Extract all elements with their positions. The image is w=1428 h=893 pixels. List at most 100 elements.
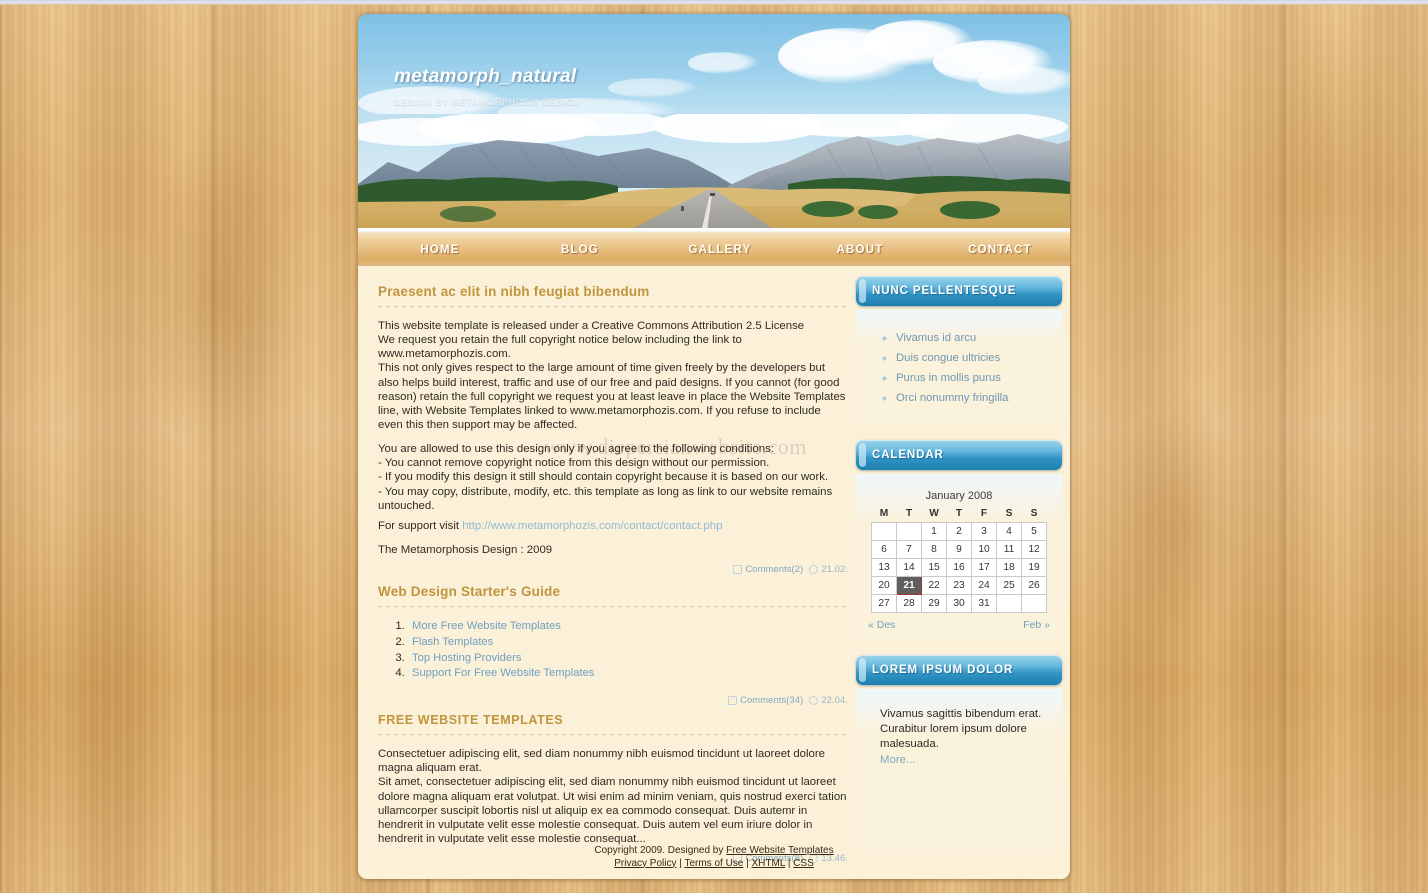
sidebar-heading-label: NUNC PELLENTESQUE xyxy=(872,285,1017,297)
sidebar-body-lorem: Vivamus sagittis bibendum erat. Curabitu… xyxy=(856,689,1062,851)
calendar-day[interactable]: 20 xyxy=(871,576,897,595)
sidebar-item-label: Purus in mollis purus xyxy=(896,372,1001,384)
calendar-day[interactable]: 23 xyxy=(946,576,972,595)
sidebar-item-label: Orci nonummy fringilla xyxy=(896,392,1009,404)
weekday-header: S xyxy=(1005,508,1013,519)
calendar-day[interactable]: 8 xyxy=(921,540,947,559)
sidebar-item-purus[interactable]: Purus in mollis purus xyxy=(882,368,1052,388)
sidebar-item-label: Vivamus id arcu xyxy=(896,332,977,344)
calendar-day[interactable]: 28 xyxy=(896,594,922,613)
post-support-line: For support visit http://www.metamorphoz… xyxy=(378,519,848,533)
weekday-header: T xyxy=(905,508,913,519)
cloud-icon xyxy=(688,52,758,74)
calendar-day[interactable]: 10 xyxy=(971,540,997,559)
diamond-bullet-icon xyxy=(882,336,887,341)
list-item[interactable]: Support For Free Website Templates xyxy=(408,666,848,682)
calendar-day[interactable]: 5 xyxy=(1021,522,1047,541)
sidebar-heading-lorem: LOREM IPSUM DOLOR xyxy=(856,655,1062,685)
sidebar-item-vivamus[interactable]: Vivamus id arcu xyxy=(882,328,1052,348)
guide-link[interactable]: Flash Templates xyxy=(412,636,493,648)
divider xyxy=(378,734,848,736)
post-signature: The Metamorphosis Design : 2009 xyxy=(378,543,553,556)
comment-icon xyxy=(728,696,738,706)
calendar-day[interactable]: 1 xyxy=(921,522,947,541)
nav-item-blog[interactable]: BLOG xyxy=(510,244,650,256)
support-prefix: For support visit xyxy=(378,519,463,532)
guide-link[interactable]: Support For Free Website Templates xyxy=(412,667,594,679)
calendar-day[interactable]: 31 xyxy=(971,594,997,613)
post-paragraph-conditions: You are allowed to use this design only … xyxy=(378,443,833,512)
nav-item-about[interactable]: ABOUT xyxy=(790,244,930,256)
calendar-day[interactable]: 22 xyxy=(921,576,947,595)
footer-separator: | xyxy=(785,857,794,869)
guide-link[interactable]: Top Hosting Providers xyxy=(412,652,521,664)
post-meta: Comments(2) 21.02. xyxy=(378,563,848,575)
calendar-prev-month[interactable]: « Des xyxy=(868,619,895,631)
calendar-day-empty xyxy=(871,522,897,541)
calendar-day[interactable]: 9 xyxy=(946,540,972,559)
calendar-day[interactable]: 14 xyxy=(896,558,922,577)
comment-icon xyxy=(733,565,743,575)
nav-item-contact[interactable]: CONTACT xyxy=(930,244,1070,256)
post-title: FREE WEBSITE TEMPLATES xyxy=(378,713,564,728)
sidebar-lorem-text: Vivamus sagittis bibendum erat. Curabitu… xyxy=(866,707,1052,768)
calendar-day-today[interactable]: 21 xyxy=(896,576,922,595)
comments-link[interactable]: Comments(34) xyxy=(740,694,803,705)
calendar-day[interactable]: 15 xyxy=(921,558,947,577)
footer-copyright-text: Copyright 2009. Designed by xyxy=(594,845,727,856)
footer-link-xhtml[interactable]: XHTML xyxy=(752,858,786,869)
calendar-day[interactable]: 3 xyxy=(971,522,997,541)
site-header: metamorph_natural DESIGN BY METAMORPHOSI… xyxy=(358,14,1070,232)
weekday-header: W xyxy=(929,508,939,519)
calendar-day[interactable]: 18 xyxy=(996,558,1022,577)
calendar-day[interactable]: 26 xyxy=(1021,576,1047,595)
calendar-navigation: « Des Feb » xyxy=(864,619,1054,631)
list-item[interactable]: Top Hosting Providers xyxy=(408,651,848,667)
calendar-day[interactable]: 19 xyxy=(1021,558,1047,577)
calendar-day[interactable]: 2 xyxy=(946,522,972,541)
weekday-header: M xyxy=(879,508,889,519)
footer-link-terms-of-use[interactable]: Terms of Use xyxy=(684,858,743,869)
calendar-day[interactable]: 6 xyxy=(871,540,897,559)
comments-link[interactable]: Comments(2) xyxy=(745,563,803,574)
footer-link-css[interactable]: CSS xyxy=(793,858,814,869)
footer-link-privacy-policy[interactable]: Privacy Policy xyxy=(614,858,676,869)
calendar-day[interactable]: 17 xyxy=(971,558,997,577)
main-navigation: HOME BLOG GALLERY ABOUT CONTACT xyxy=(358,232,1070,266)
calendar-next-month[interactable]: Feb » xyxy=(1023,619,1050,631)
nav-item-gallery[interactable]: GALLERY xyxy=(650,244,790,256)
calendar-day[interactable]: 24 xyxy=(971,576,997,595)
calendar-week-row: 27 28 29 30 31 xyxy=(871,594,1047,613)
diamond-bullet-icon xyxy=(882,356,887,361)
post-free-website-templates: FREE WEBSITE TEMPLATES Consectetuer adip… xyxy=(378,713,848,864)
calendar-day-empty xyxy=(896,522,922,541)
calendar-day[interactable]: 27 xyxy=(871,594,897,613)
sidebar: NUNC PELLENTESQUE Vivamus id arcu Duis c… xyxy=(856,274,1062,865)
calendar-day[interactable]: 11 xyxy=(996,540,1022,559)
calendar-day[interactable]: 30 xyxy=(946,594,972,613)
post-web-design-guide: Web Design Starter's Guide More Free Web… xyxy=(378,584,848,706)
guide-link[interactable]: More Free Website Templates xyxy=(412,620,561,632)
more-link[interactable]: More... xyxy=(880,753,1052,768)
lorem-paragraph: Vivamus sagittis bibendum erat. Curabitu… xyxy=(880,708,1042,751)
calendar-day[interactable]: 7 xyxy=(896,540,922,559)
calendar-week-row: 6 7 8 9 10 11 12 xyxy=(871,540,1047,559)
support-link[interactable]: http://www.metamorphozis.com/contact/con… xyxy=(462,520,722,532)
footer-designer-link[interactable]: Free Website Templates xyxy=(726,845,833,856)
calendar-day[interactable]: 13 xyxy=(871,558,897,577)
list-item[interactable]: More Free Website Templates xyxy=(408,619,848,635)
heading-cap xyxy=(859,658,866,682)
site-footer: Copyright 2009. Designed by Free Website… xyxy=(0,845,1428,870)
nav-item-home[interactable]: HOME xyxy=(370,244,510,256)
calendar-day[interactable]: 25 xyxy=(996,576,1022,595)
calendar-day[interactable]: 4 xyxy=(996,522,1022,541)
sidebar-item-duis[interactable]: Duis congue ultricies xyxy=(882,348,1052,368)
list-item[interactable]: Flash Templates xyxy=(408,635,848,651)
sidebar-body-calendar: January 2008 M T W T F S S 1 2 3 4 5 6 7… xyxy=(856,474,1062,641)
calendar-day[interactable]: 16 xyxy=(946,558,972,577)
calendar-day-empty xyxy=(1021,594,1047,613)
calendar-day[interactable]: 29 xyxy=(921,594,947,613)
sidebar-item-orci[interactable]: Orci nonummy fringilla xyxy=(882,388,1052,408)
calendar-day[interactable]: 12 xyxy=(1021,540,1047,559)
heading-cap xyxy=(859,443,866,467)
